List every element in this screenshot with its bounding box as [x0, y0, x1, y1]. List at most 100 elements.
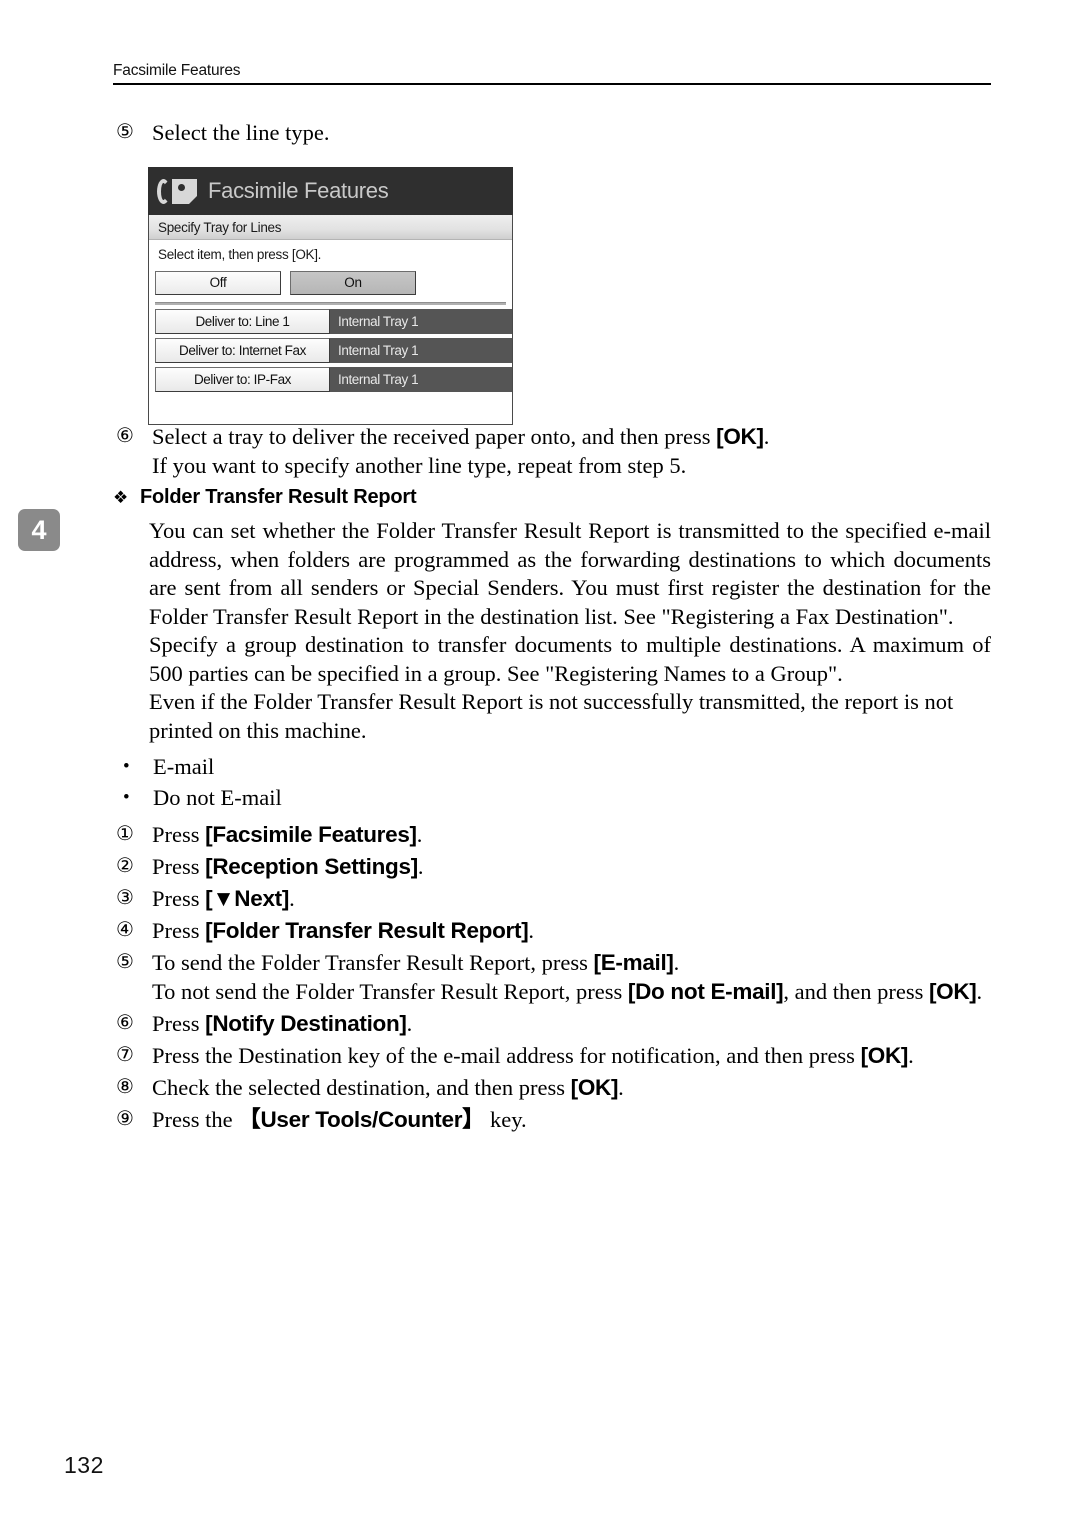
step-marker: ⑥ — [116, 1012, 134, 1034]
step-marker: ⑥ — [116, 425, 134, 447]
step-text: Press [Facsimile Features]. — [152, 820, 991, 849]
step-text: Press the Destination key of the e-mail … — [152, 1041, 991, 1070]
step-6: ⑥ Select a tray to deliver the received … — [113, 422, 991, 480]
step-text-part: Press — [152, 822, 206, 847]
document-icon — [172, 178, 197, 204]
fax-document-icon — [157, 177, 199, 205]
step-3: ③ Press [▼Next]. — [113, 884, 991, 913]
step-text-part: . — [908, 1043, 914, 1068]
step-marker: ④ — [116, 919, 134, 941]
key-label: [Reception Settings] — [205, 854, 418, 879]
lcd-row: Deliver to: IP-Fax Internal Tray 1 — [155, 367, 512, 392]
section-paragraph: You can set whether the Folder Transfer … — [149, 518, 991, 629]
lcd-bottom-pad — [149, 392, 512, 400]
key-label: [Facsimile Features] — [205, 822, 417, 847]
key-label: [OK] — [928, 979, 977, 1004]
step-text: Check the selected destination, and then… — [152, 1073, 991, 1102]
step-marker: ⑤ — [116, 951, 134, 973]
lcd-instruction: Select item, then press [OK]. — [158, 246, 322, 262]
step-text: Press [Folder Transfer Result Report]. — [152, 916, 991, 945]
section-heading-text: Folder Transfer Result Report — [140, 486, 417, 508]
step-4: ④ Press [Folder Transfer Result Report]. — [113, 916, 991, 945]
header-divider — [113, 83, 991, 85]
lcd-body: Specify Tray for Lines Select item, then… — [148, 215, 513, 425]
deliver-to-ip-fax-value: Internal Tray 1 — [330, 367, 512, 392]
step-marker: ⑦ — [116, 1044, 134, 1066]
step-marker: ③ — [116, 887, 134, 909]
step-text-part: . — [406, 1011, 413, 1036]
key-label: 【User Tools/Counter】 — [238, 1107, 485, 1132]
option-label: Do not E-mail — [153, 785, 282, 810]
bullet-icon: • — [123, 756, 130, 777]
step-text: Select the line type. — [152, 120, 330, 145]
bullet-icon: • — [123, 787, 130, 808]
lcd-divider — [155, 302, 506, 305]
key-label: [OK] — [716, 424, 764, 449]
key-label: [E-mail] — [593, 950, 674, 975]
key-label: [Notify Destination] — [205, 1011, 407, 1036]
step-text: Press the 【User Tools/Counter】 key. — [152, 1105, 991, 1134]
step-text-part: . — [763, 424, 770, 449]
deliver-to-internet-fax-button[interactable]: Deliver to: Internet Fax — [155, 338, 330, 363]
on-button[interactable]: On — [290, 271, 416, 295]
option-list-item: • Do not E-mail — [113, 783, 991, 812]
step-2: ② Press [Reception Settings]. — [113, 852, 991, 881]
option-list-item: • E-mail — [113, 752, 991, 781]
step-7: ⑦ Press the Destination key of the e-mai… — [113, 1041, 991, 1070]
running-header-title: Facsimile Features — [113, 62, 241, 79]
step-text-part: Press — [152, 1011, 206, 1036]
step-marker: ② — [116, 855, 134, 877]
deliver-to-internet-fax-value: Internal Tray 1 — [330, 338, 512, 363]
lcd-subheader: Specify Tray for Lines — [149, 215, 512, 240]
chapter-tab: 4 — [18, 509, 60, 551]
step-marker: ⑤ — [116, 121, 134, 143]
step-text-part: Press the Destination key of the e-mail … — [152, 1043, 861, 1068]
page-number: 132 — [64, 1452, 104, 1478]
step-9: ⑨ Press the 【User Tools/Counter】 key. — [113, 1105, 991, 1134]
section-heading: ❖ Folder Transfer Result Report — [113, 486, 991, 510]
lcd-title: Facsimile Features — [208, 178, 389, 203]
step-text-part: Press — [152, 886, 206, 911]
deliver-to-ip-fax-button[interactable]: Deliver to: IP-Fax — [155, 367, 330, 392]
step-text-part: Press — [152, 918, 206, 943]
step-text: To send the Folder Transfer Result Repor… — [152, 948, 991, 1006]
lcd-row: Deliver to: Internet Fax Internal Tray 1 — [155, 338, 512, 363]
step-text-part: Select a tray to deliver the received pa… — [152, 424, 717, 449]
step-text: Press [▼Next]. — [152, 884, 991, 913]
key-label: [OK] — [860, 1043, 909, 1068]
step-marker: ① — [116, 823, 134, 845]
step-text: Press [Notify Destination]. — [152, 1009, 991, 1038]
running-header: Facsimile Features — [113, 62, 991, 85]
step-text-part: . — [289, 886, 295, 911]
key-label: [Folder Transfer Result Report] — [205, 918, 529, 943]
key-label: [OK] — [570, 1075, 619, 1100]
key-label: [▼Next] — [205, 886, 290, 911]
step-text-part: , and then press — [783, 979, 929, 1004]
lcd-row: Deliver to: Line 1 Internal Tray 1 — [155, 309, 512, 334]
step-text: Press [Reception Settings]. — [152, 852, 991, 881]
diamond-bullet-icon: ❖ — [113, 488, 129, 507]
step-5: ⑤ To send the Folder Transfer Result Rep… — [113, 948, 991, 1006]
step-text-part: Press the — [152, 1107, 239, 1132]
off-button[interactable]: Off — [155, 271, 281, 295]
step-intro-5: ⑤ Select the line type. — [113, 118, 991, 147]
step-marker: ⑨ — [116, 1108, 134, 1130]
step-text-part: key. — [484, 1107, 527, 1132]
section-paragraph: Even if the Folder Transfer Result Repor… — [149, 689, 954, 743]
step-text-part: . — [416, 822, 423, 847]
option-label: E-mail — [153, 754, 215, 779]
step-text-part: Press — [152, 854, 206, 879]
lcd-titlebar: Facsimile Features — [148, 167, 513, 215]
section-paragraph: Specify a group destination to transfer … — [149, 632, 991, 686]
step-text-part: To send the Folder Transfer Result Repor… — [152, 950, 594, 975]
step-text-part: . — [618, 1075, 624, 1100]
step-text-part: . — [976, 979, 983, 1004]
step-text-part: If you want to specify another line type… — [152, 453, 687, 478]
step-1: ① Press [Facsimile Features]. — [113, 820, 991, 849]
handset-icon — [157, 178, 170, 204]
step-text-part: Check the selected destination, and then… — [152, 1075, 571, 1100]
deliver-to-line1-button[interactable]: Deliver to: Line 1 — [155, 309, 330, 334]
deliver-to-line1-value: Internal Tray 1 — [330, 309, 512, 334]
step-6b: ⑥ Press [Notify Destination]. — [113, 1009, 991, 1038]
step-text-part: To not send the Folder Transfer Result R… — [152, 979, 628, 1004]
